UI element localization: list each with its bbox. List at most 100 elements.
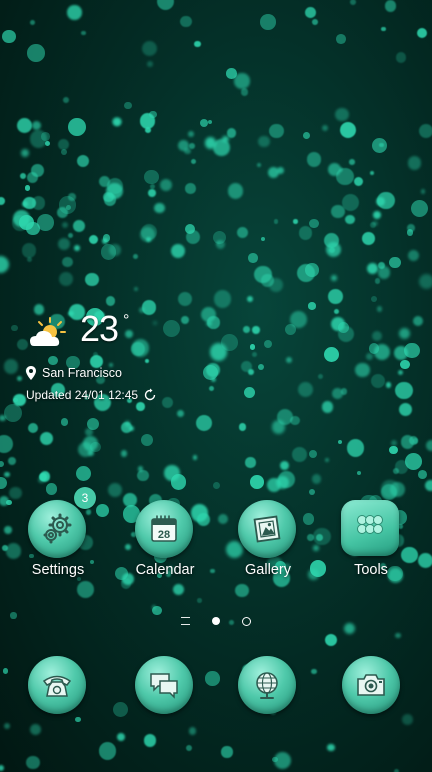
bokeh-particle [177,139,189,151]
dock-phone[interactable] [28,656,86,714]
bokeh-particle [260,236,266,241]
bokeh-particle [333,308,340,315]
bokeh-particle [63,96,69,103]
bokeh-particle [413,438,419,444]
bokeh-particle [67,232,74,238]
page-dot-inactive[interactable] [242,616,251,626]
bokeh-particle [425,480,432,492]
bokeh-particle [408,156,422,170]
bokeh-particle [16,117,33,134]
bokeh-particle [205,671,220,686]
bokeh-particle [279,461,289,471]
app-gallery[interactable]: Gallery [228,500,308,586]
app-calendar[interactable]: 28 Calendar [125,500,205,586]
bokeh-particle [395,52,407,63]
page-dot-active[interactable] [212,617,220,625]
bokeh-particle [0,460,5,468]
bokeh-particle [133,287,138,292]
bokeh-particle [372,210,381,219]
weather-widget[interactable]: 23 ° San Francisco Updated 24/01 12:45 [26,308,246,412]
bokeh-particle [60,148,67,155]
app-settings[interactable]: 3 Settings [18,487,98,586]
app-label: Calendar [135,562,195,578]
bokeh-particle [186,229,201,244]
bokeh-particle [412,315,423,327]
bokeh-particle [106,296,116,306]
bokeh-particle [240,88,248,96]
bokeh-particle [19,173,26,180]
degree-symbol: ° [123,312,130,329]
app-label: Settings [31,562,85,578]
bokeh-particle [385,382,392,388]
bokeh-particle [417,552,432,569]
bokeh-particle [397,369,404,376]
bokeh-particle [336,34,347,44]
bokeh-particle [405,453,423,471]
bokeh-particle [418,273,432,290]
bokeh-particle [3,359,19,374]
updated-row: Updated 24/01 12:45 [26,386,157,404]
bokeh-particle [257,135,270,148]
bokeh-particle [400,359,410,369]
home-list-icon[interactable] [181,617,190,625]
bokeh-particle [323,346,340,362]
bokeh-particle [308,489,315,496]
bokeh-particle [36,214,54,231]
bokeh-particle [32,196,46,210]
bokeh-particle [261,274,274,287]
bokeh-particle [62,256,73,268]
refresh-icon[interactable] [143,388,157,402]
bokeh-particle [256,163,261,168]
bokeh-particle [101,237,108,244]
bokeh-particle [188,726,197,735]
calendar-date: 28 [158,529,170,541]
bokeh-particle [406,229,414,237]
bokeh-particle [335,107,349,121]
bokeh-particle [148,189,157,198]
bokeh-particle [321,125,328,132]
bokeh-particle [307,534,314,541]
bokeh-particle [407,249,419,261]
bokeh-particle [389,445,398,455]
bokeh-particle [394,346,409,361]
bokeh-particle [317,373,323,379]
bokeh-particle [417,469,427,479]
bokeh-particle [296,264,315,282]
bokeh-particle [395,381,414,400]
bokeh-particle [0,476,7,490]
bokeh-particle [120,450,128,457]
bokeh-particle [238,423,247,431]
bokeh-particle [228,183,244,199]
bokeh-particle [327,162,341,176]
bokeh-particle [117,732,126,742]
bokeh-particle [302,132,310,139]
bokeh-particle [311,668,317,675]
bokeh-particle [385,0,397,12]
bokeh-particle [236,226,248,238]
bokeh-particle [29,130,48,148]
bokeh-particle [84,428,93,437]
bokeh-particle [39,431,53,445]
bokeh-particle [311,19,318,26]
app-tools-folder[interactable]: Tools [331,500,411,586]
dock-camera[interactable] [342,656,400,714]
bokeh-particle [313,527,332,546]
bokeh-particle [355,363,370,378]
bokeh-particle [3,722,11,729]
bokeh-particle [298,381,314,397]
dock-browser[interactable] [238,656,296,714]
dock-messages[interactable] [135,656,193,714]
app-label: Gallery [245,562,291,578]
bokeh-particle [140,433,153,446]
bokeh-particle [286,357,293,364]
bokeh-particle [100,243,117,260]
bokeh-particle [273,751,291,769]
bokeh-particle [341,193,359,211]
bokeh-particle [12,214,29,231]
bokeh-particle [390,439,397,447]
bokeh-particle [212,139,230,156]
bokeh-particle [213,290,231,308]
bokeh-particle [298,226,313,240]
bokeh-particle [80,30,86,36]
bokeh-particle [31,120,42,130]
